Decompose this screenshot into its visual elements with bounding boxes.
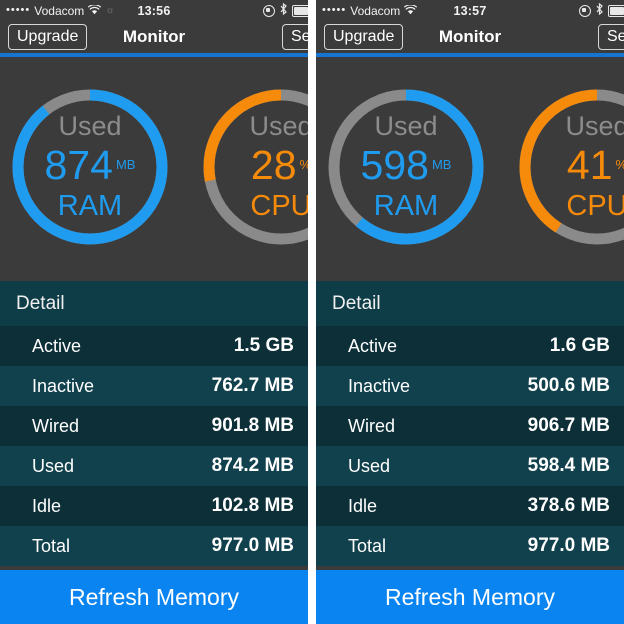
- settings-button[interactable]: Settings: [598, 24, 624, 51]
- cpu-gauge-ring: [512, 82, 624, 252]
- rotation-lock-icon: [579, 5, 591, 17]
- page-title: Monitor: [0, 27, 308, 47]
- table-row[interactable]: Total 977.0 MB: [316, 526, 624, 566]
- cpu-gauge[interactable]: Used 28 % CPU: [196, 82, 308, 252]
- row-value: 901.8 MB: [212, 415, 294, 437]
- row-value: 762.7 MB: [212, 375, 294, 397]
- settings-button[interactable]: Settings: [282, 24, 308, 51]
- table-row[interactable]: Used 598.4 MB: [316, 446, 624, 486]
- table-row[interactable]: Wired 906.7 MB: [316, 406, 624, 446]
- panel-divider: [308, 0, 316, 624]
- row-label: Used: [348, 456, 390, 477]
- table-row[interactable]: Idle 102.8 MB: [0, 486, 308, 526]
- status-bar-clock: 13:56: [0, 4, 308, 18]
- row-label: Total: [32, 536, 70, 557]
- row-label: Wired: [32, 416, 79, 437]
- table-row[interactable]: Inactive 500.6 MB: [316, 366, 624, 406]
- row-label: Used: [32, 456, 74, 477]
- row-label: Inactive: [348, 376, 410, 397]
- row-value: 102.8 MB: [212, 495, 294, 517]
- table-row[interactable]: Idle 378.6 MB: [316, 486, 624, 526]
- row-label: Inactive: [32, 376, 94, 397]
- page-title: Monitor: [316, 27, 624, 47]
- bluetooth-icon: [596, 3, 603, 18]
- ram-gauge[interactable]: Used 598 MB RAM: [321, 82, 491, 252]
- phone-screenshot-left: ••••• Vodacom ☼ 13:56: [0, 0, 308, 624]
- row-label: Wired: [348, 416, 395, 437]
- row-value: 500.6 MB: [528, 375, 610, 397]
- refresh-memory-button[interactable]: Refresh Memory: [0, 570, 308, 624]
- row-value: 906.7 MB: [528, 415, 610, 437]
- navigation-bar: Upgrade Monitor Settings: [316, 21, 624, 57]
- table-row[interactable]: Inactive 762.7 MB: [0, 366, 308, 406]
- detail-header: Detail: [0, 281, 308, 326]
- row-value: 977.0 MB: [528, 535, 610, 557]
- table-row[interactable]: Total 977.0 MB: [0, 526, 308, 566]
- dual-screenshot-composite: ••••• Vodacom ☼ 13:56: [0, 0, 624, 624]
- table-row[interactable]: Wired 901.8 MB: [0, 406, 308, 446]
- cpu-gauge-ring: [196, 82, 308, 252]
- detail-header: Detail: [316, 281, 624, 326]
- table-row[interactable]: Active 1.5 GB: [0, 326, 308, 366]
- status-bar: ••••• Vodacom ☼ 13:56: [0, 0, 308, 21]
- status-bar-clock: 13:57: [316, 4, 624, 18]
- ram-gauge-ring: [321, 82, 491, 252]
- row-value: 874.2 MB: [212, 455, 294, 477]
- detail-section: Detail Active 1.6 GB Inactive 500.6 MB W…: [316, 281, 624, 566]
- status-bar: ••••• Vodacom 13:57: [316, 0, 624, 21]
- phone-screenshot-right: ••••• Vodacom 13:57: [316, 0, 624, 624]
- row-value: 977.0 MB: [212, 535, 294, 557]
- row-label: Idle: [32, 496, 61, 517]
- row-value: 1.5 GB: [234, 335, 294, 357]
- gauges-section: Used 598 MB RAM Used 41 %: [316, 57, 624, 281]
- row-label: Total: [348, 536, 386, 557]
- row-label: Idle: [348, 496, 377, 517]
- table-row[interactable]: Used 874.2 MB: [0, 446, 308, 486]
- battery-icon: [608, 5, 624, 17]
- status-bar-right: [579, 3, 624, 18]
- row-value: 378.6 MB: [528, 495, 610, 517]
- row-label: Active: [32, 336, 81, 357]
- gauges-section: Used 874 MB RAM Used 28 %: [0, 57, 308, 281]
- status-bar-right: [263, 3, 308, 18]
- battery-icon: [292, 5, 308, 17]
- cpu-gauge[interactable]: Used 41 % CPU: [512, 82, 624, 252]
- detail-section: Detail Active 1.5 GB Inactive 762.7 MB W…: [0, 281, 308, 566]
- row-value: 1.6 GB: [550, 335, 610, 357]
- row-label: Active: [348, 336, 397, 357]
- table-row[interactable]: Active 1.6 GB: [316, 326, 624, 366]
- bluetooth-icon: [280, 3, 287, 18]
- refresh-memory-button[interactable]: Refresh Memory: [316, 570, 624, 624]
- ram-gauge[interactable]: Used 874 MB RAM: [5, 82, 175, 252]
- navigation-bar: Upgrade Monitor Settings: [0, 21, 308, 57]
- row-value: 598.4 MB: [528, 455, 610, 477]
- rotation-lock-icon: [263, 5, 275, 17]
- ram-gauge-ring: [5, 82, 175, 252]
